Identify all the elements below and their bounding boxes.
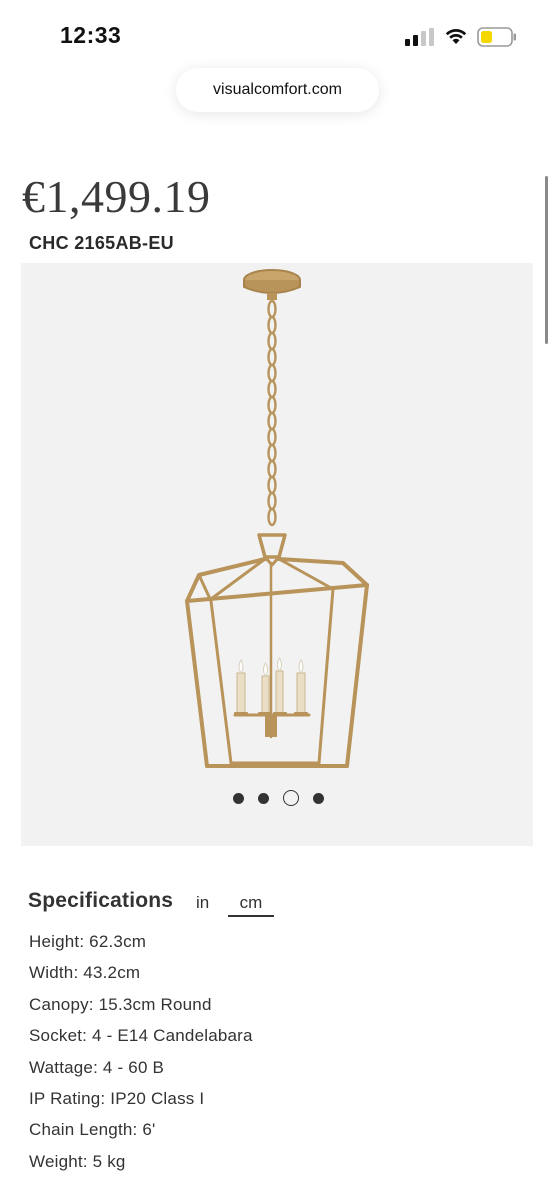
spec-chain-length: Chain Length: 6' bbox=[29, 1120, 156, 1140]
wifi-icon bbox=[445, 28, 467, 44]
carousel-dot[interactable] bbox=[313, 792, 324, 804]
spec-canopy: Canopy: 15.3cm Round bbox=[29, 994, 212, 1014]
product-image-gallery[interactable] bbox=[21, 263, 533, 846]
address-bar[interactable]: visualcomfort.com bbox=[176, 68, 379, 112]
unit-toggle-cm[interactable]: cm bbox=[228, 893, 274, 917]
battery-icon bbox=[477, 27, 516, 47]
spec-width: Width: 43.2cm bbox=[29, 963, 141, 983]
unit-toggle-in[interactable]: in bbox=[196, 893, 209, 913]
product-sku: CHC 2165AB-EU bbox=[29, 233, 174, 253]
address-bar-url: visualcomfort.com bbox=[213, 81, 342, 98]
product-price: €1,499.19 bbox=[22, 171, 211, 222]
specifications-heading: Specifications bbox=[28, 889, 174, 912]
spec-wattage: Wattage: 4 - 60 B bbox=[29, 1057, 165, 1077]
cellular-signal-icon bbox=[405, 28, 434, 46]
scrollbar[interactable] bbox=[545, 176, 548, 344]
status-time: 12:33 bbox=[60, 22, 122, 48]
spec-socket: Socket: 4 - E14 Candelabara bbox=[29, 1026, 253, 1046]
spec-ip-rating: IP Rating: IP20 Class I bbox=[29, 1088, 205, 1108]
carousel-dot[interactable] bbox=[233, 792, 244, 804]
image-carousel-indicator[interactable] bbox=[233, 789, 324, 807]
spec-weight: Weight: 5 kg bbox=[29, 1151, 126, 1171]
spec-height: Height: 62.3cm bbox=[29, 932, 147, 951]
product-image-lantern[interactable] bbox=[21, 263, 533, 846]
specifications-list: Height: 62.3cm Width: 43.2cm Canopy: 15.… bbox=[29, 931, 253, 1182]
carousel-dot[interactable] bbox=[258, 792, 269, 804]
carousel-dot-active[interactable] bbox=[283, 790, 299, 806]
status-bar: 12:33 bbox=[0, 0, 554, 70]
